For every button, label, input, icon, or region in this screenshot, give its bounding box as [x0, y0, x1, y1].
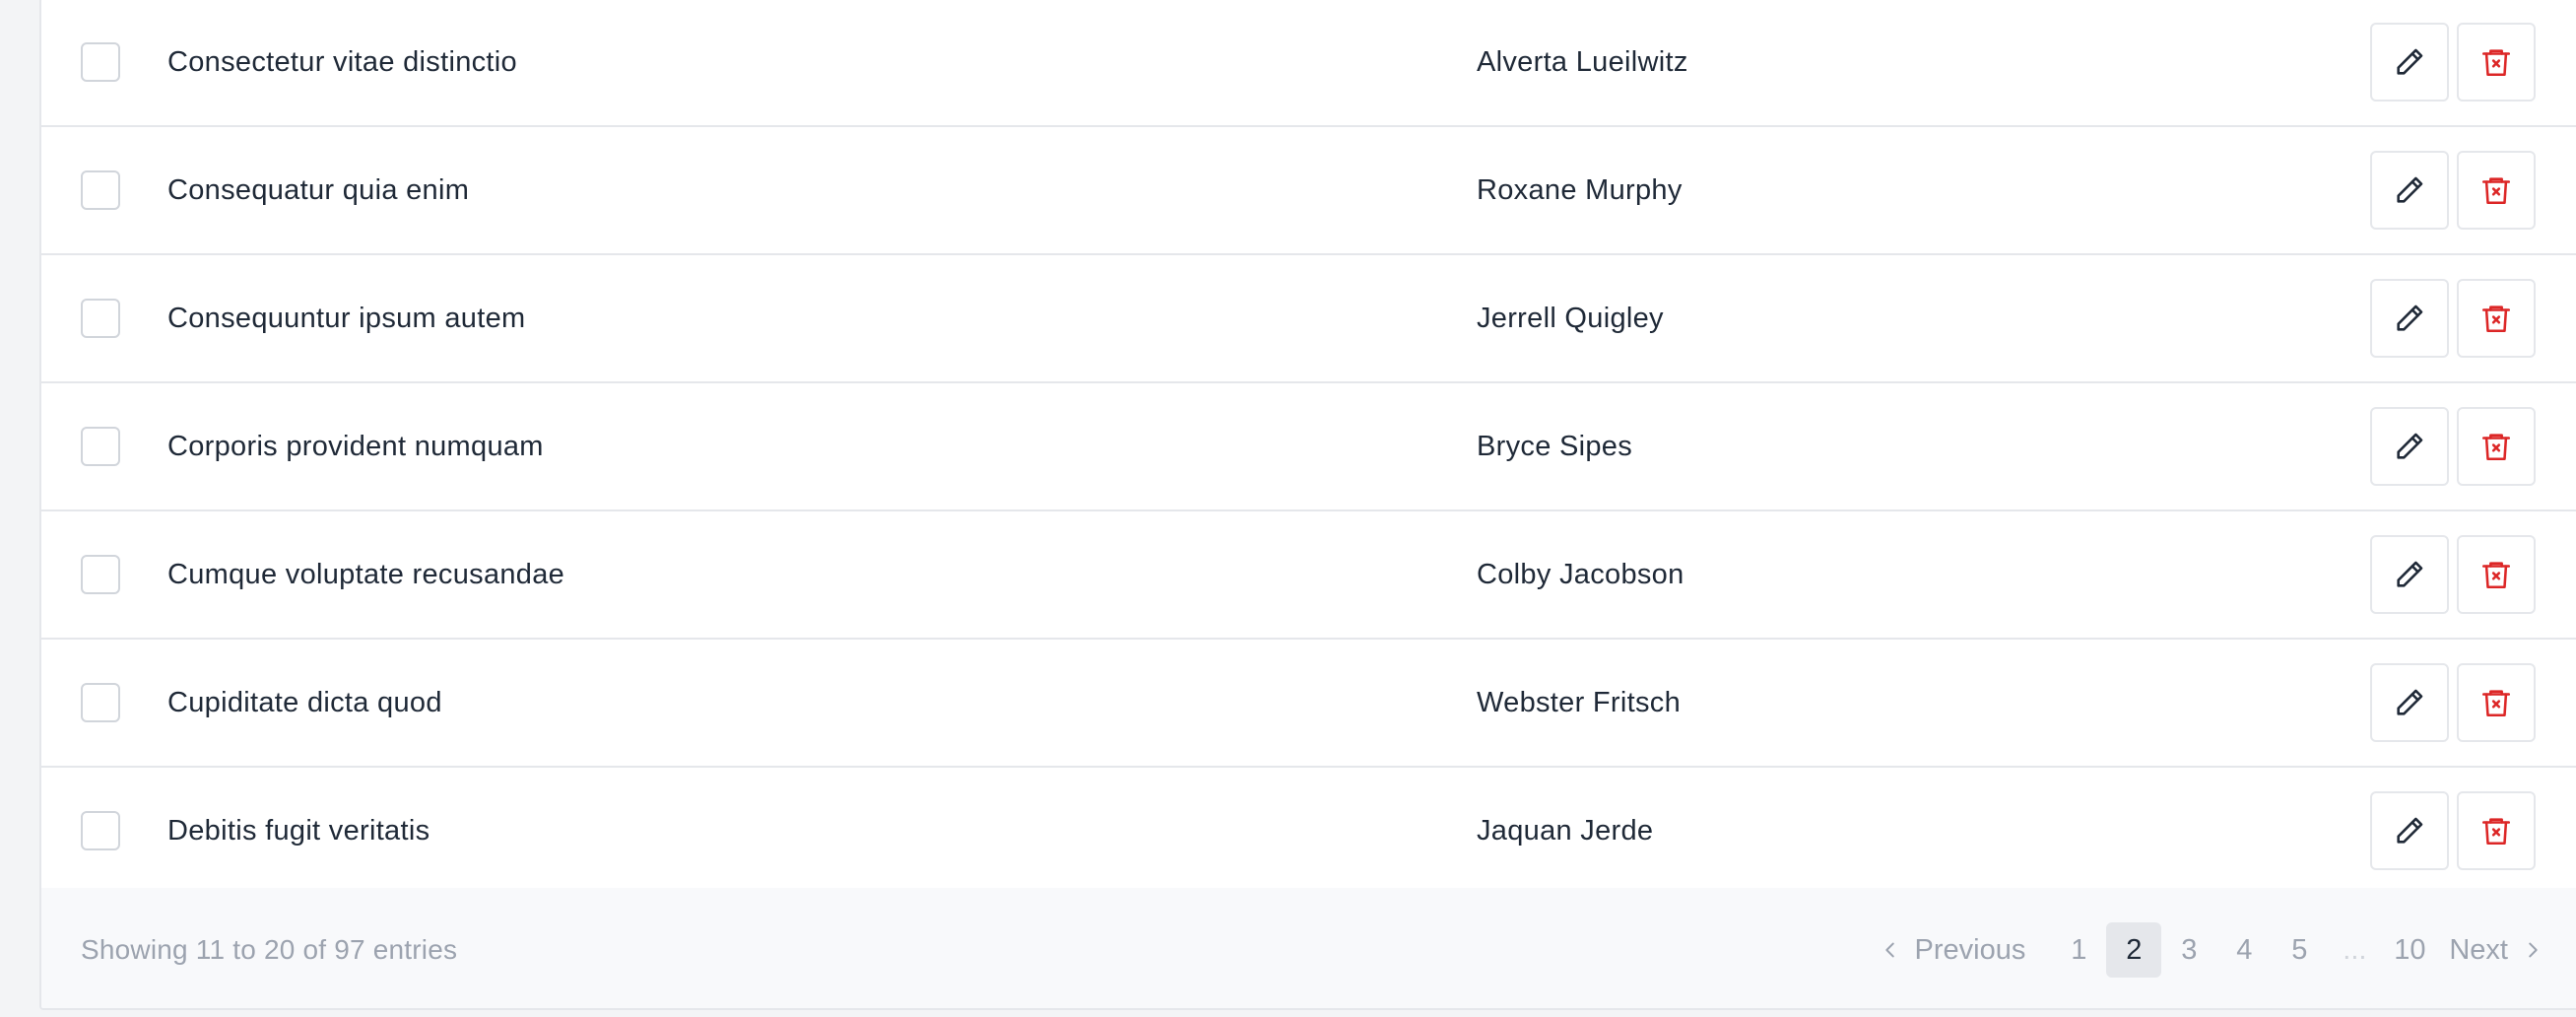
- table-row: Consectetur vitae distinctio Alverta Lue…: [41, 0, 2576, 127]
- pencil-icon: [2397, 48, 2423, 75]
- pencil-icon: [2397, 689, 2423, 715]
- page-1-button[interactable]: 1: [2051, 922, 2106, 978]
- table-footer: Showing 11 to 20 of 97 entries Previous …: [41, 888, 2576, 1008]
- edit-button[interactable]: [2370, 791, 2449, 870]
- table-row: Cupiditate dicta quod Webster Fritsch: [41, 640, 2576, 768]
- trash-icon: [2481, 434, 2511, 461]
- edit-button[interactable]: [2370, 407, 2449, 486]
- post-author: Jerrell Quigley: [1477, 302, 1664, 334]
- post-title: Consectetur vitae distinctio: [167, 45, 517, 78]
- post-title: Cumque voluptate recusandae: [167, 558, 565, 590]
- delete-button[interactable]: [2457, 151, 2536, 230]
- trash-icon: [2481, 690, 2511, 717]
- delete-button[interactable]: [2457, 23, 2536, 102]
- post-author: Colby Jacobson: [1477, 558, 1684, 590]
- entries-info: Showing 11 to 20 of 97 entries: [81, 934, 458, 965]
- pagination: Previous 1 2 3 4 5 ... 10 Next: [1880, 922, 2543, 978]
- pencil-icon: [2397, 176, 2423, 203]
- page-5-button[interactable]: 5: [2272, 922, 2327, 978]
- page-10-button[interactable]: 10: [2382, 922, 2437, 978]
- row-checkbox[interactable]: [81, 811, 120, 850]
- post-author: Alverta Lueilwitz: [1477, 45, 1688, 78]
- pencil-icon: [2397, 561, 2423, 587]
- table-row: Cumque voluptate recusandae Colby Jacobs…: [41, 511, 2576, 640]
- row-checkbox[interactable]: [81, 42, 120, 82]
- table-row: Consequatur quia enim Roxane Murphy: [41, 127, 2576, 255]
- post-title: Debitis fugit veritatis: [167, 814, 430, 847]
- trash-icon: [2481, 562, 2511, 589]
- edit-button[interactable]: [2370, 151, 2449, 230]
- chevron-left-icon: [1884, 942, 1894, 958]
- trash-icon: [2481, 818, 2511, 846]
- post-author: Roxane Murphy: [1477, 173, 1683, 206]
- row-checkbox[interactable]: [81, 299, 120, 338]
- pagination-ellipsis: ...: [2343, 933, 2367, 966]
- post-title: Consequuntur ipsum autem: [167, 302, 526, 334]
- post-author: Webster Fritsch: [1477, 686, 1682, 718]
- row-checkbox[interactable]: [81, 683, 120, 722]
- delete-button[interactable]: [2457, 407, 2536, 486]
- pencil-icon: [2397, 433, 2423, 459]
- previous-label: Previous: [1914, 933, 2026, 966]
- pencil-icon: [2397, 817, 2423, 844]
- delete-button[interactable]: [2457, 791, 2536, 870]
- post-author: Jaquan Jerde: [1477, 814, 1654, 847]
- edit-button[interactable]: [2370, 663, 2449, 742]
- post-title: Cupiditate dicta quod: [167, 686, 442, 718]
- trash-icon: [2481, 49, 2511, 77]
- previous-page-button[interactable]: Previous: [1880, 933, 2026, 967]
- edit-button[interactable]: [2370, 23, 2449, 102]
- edit-button[interactable]: [2370, 535, 2449, 614]
- table-row: Consequuntur ipsum autem Jerrell Quigley: [41, 255, 2576, 383]
- row-checkbox[interactable]: [81, 555, 120, 594]
- delete-button[interactable]: [2457, 279, 2536, 358]
- chevron-right-icon: [2529, 942, 2538, 958]
- post-title: Corporis provident numquam: [167, 430, 544, 462]
- table-row: Corporis provident numquam Bryce Sipes: [41, 383, 2576, 511]
- pencil-icon: [2397, 305, 2423, 331]
- page-3-button[interactable]: 3: [2161, 922, 2216, 978]
- posts-table-card: Consectetur vitae distinctio Alverta Lue…: [39, 0, 2576, 1010]
- post-title: Consequatur quia enim: [167, 173, 470, 206]
- next-label: Next: [2449, 933, 2508, 966]
- trash-icon: [2481, 177, 2511, 205]
- delete-button[interactable]: [2457, 535, 2536, 614]
- page-2-button[interactable]: 2: [2106, 922, 2162, 978]
- page-4-button[interactable]: 4: [2216, 922, 2272, 978]
- row-checkbox[interactable]: [81, 170, 120, 210]
- post-author: Bryce Sipes: [1477, 430, 1633, 462]
- trash-icon: [2481, 305, 2511, 333]
- table-row: Debitis fugit veritatis Jaquan Jerde: [41, 768, 2576, 896]
- delete-button[interactable]: [2457, 663, 2536, 742]
- edit-button[interactable]: [2370, 279, 2449, 358]
- row-checkbox[interactable]: [81, 427, 120, 466]
- next-page-button[interactable]: Next: [2449, 934, 2543, 967]
